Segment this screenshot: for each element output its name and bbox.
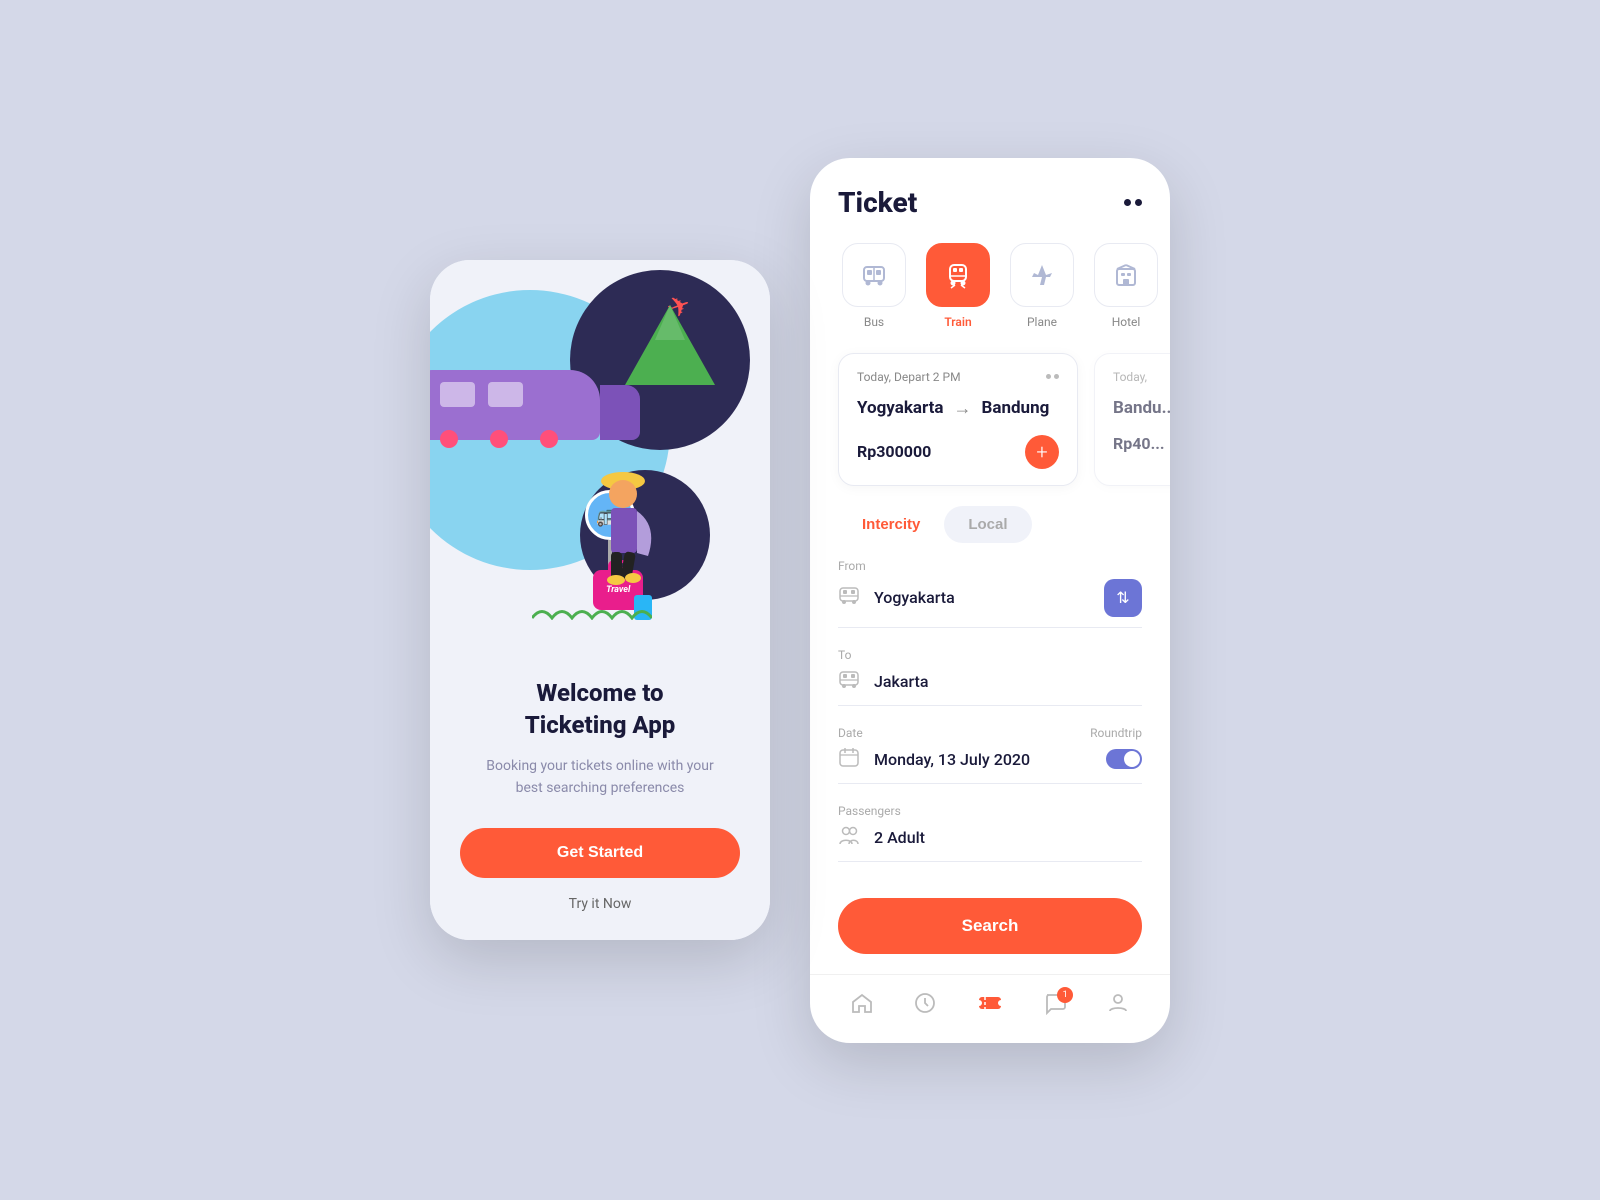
- welcome-subtitle: Booking your tickets online with your be…: [480, 755, 720, 800]
- get-started-button[interactable]: Get Started: [460, 828, 740, 878]
- local-tab[interactable]: Local: [944, 506, 1031, 543]
- mountain-icon: [620, 300, 720, 390]
- bus-icon: [860, 261, 888, 289]
- ticket-card-1[interactable]: Today, Depart 2 PM Yogyakarta → Bandung …: [838, 353, 1078, 486]
- train-icon-box: [926, 243, 990, 307]
- date-value: Monday, 13 July 2020: [874, 750, 1094, 769]
- train-icon: [944, 261, 972, 289]
- add-ticket-button[interactable]: +: [1025, 435, 1059, 469]
- bottom-navigation: 1: [810, 974, 1170, 1043]
- category-bus[interactable]: Bus: [838, 243, 910, 329]
- passengers-field: Passengers 2 Adult: [838, 804, 1142, 862]
- nav-tickets[interactable]: [976, 989, 1004, 1023]
- category-plane[interactable]: Plane: [1006, 243, 1078, 329]
- to-field: To Jakar: [838, 648, 1142, 706]
- ticket-1-menu[interactable]: [1046, 374, 1059, 379]
- dot-2: [1054, 374, 1059, 379]
- ticket-2-from: Bandu...: [1113, 398, 1170, 418]
- nav-history[interactable]: [913, 991, 937, 1021]
- roundtrip-toggle[interactable]: [1106, 749, 1142, 769]
- train-label: Train: [944, 315, 971, 329]
- menu-dot-1: [1124, 199, 1131, 206]
- date-input-row[interactable]: Monday, 13 July 2020: [838, 746, 1142, 784]
- tickets-scroll-area: Today, Depart 2 PM Yogyakarta → Bandung …: [810, 345, 1170, 506]
- history-icon: [913, 991, 937, 1021]
- to-value: Jakarta: [874, 672, 1142, 691]
- hotel-icon-box: [1094, 243, 1158, 307]
- ticket-1-footer: Rp300000 +: [857, 435, 1059, 469]
- swap-button[interactable]: ⇅: [1104, 579, 1142, 617]
- ticket-card-2[interactable]: Today, Bandu... Rp40...: [1094, 353, 1170, 486]
- from-input-row[interactable]: Yogyakarta ⇅: [838, 579, 1142, 628]
- to-input-row[interactable]: Jakarta: [838, 668, 1142, 706]
- illustration-area: ✈ 🚌 Travel: [430, 260, 770, 640]
- hotel-label: Hotel: [1112, 315, 1141, 329]
- from-field: From Yog: [838, 559, 1142, 628]
- profile-icon: [1106, 991, 1130, 1021]
- search-button[interactable]: Search: [838, 898, 1142, 954]
- ticket-1-date: Today, Depart 2 PM: [857, 370, 961, 384]
- trip-type-tabs: Intercity Local: [810, 506, 1170, 559]
- ticket-2-price: Rp40...: [1113, 434, 1165, 453]
- route-arrow-icon: →: [954, 398, 972, 419]
- category-hotel[interactable]: Hotel: [1090, 243, 1162, 329]
- chat-badge: 1: [1057, 987, 1073, 1003]
- welcome-text-area: Welcome toTicketing App Booking your tic…: [430, 640, 770, 940]
- bus-label: Bus: [864, 315, 884, 329]
- ticket-1-price: Rp300000: [857, 442, 931, 461]
- from-value: Yogyakarta: [874, 588, 1092, 607]
- header-menu-dots[interactable]: [1124, 199, 1142, 206]
- ticket-1-from: Yogyakarta: [857, 398, 944, 418]
- welcome-title: Welcome toTicketing App: [525, 678, 675, 740]
- hotel-icon: [1112, 261, 1140, 289]
- train-illustration: [430, 350, 620, 440]
- search-form: From Yog: [810, 559, 1170, 882]
- ticket-2-date: Today,: [1113, 370, 1147, 384]
- roundtrip-label: Roundtrip: [1090, 726, 1142, 740]
- dot-1: [1046, 374, 1051, 379]
- passengers-input-row[interactable]: 2 Adult: [838, 824, 1142, 862]
- tickets-nav-icon: [976, 989, 1004, 1023]
- ticket-2-route: Bandu...: [1113, 398, 1170, 418]
- ticket-page-title: Ticket: [838, 186, 917, 219]
- date-field: Date Roundtrip Monday, 13 July: [838, 726, 1142, 784]
- train-to-icon: [838, 668, 862, 695]
- ticket-1-header: Today, Depart 2 PM: [857, 370, 1059, 384]
- person-illustration: [593, 466, 653, 590]
- ticket-2-header: Today,: [1113, 370, 1170, 384]
- try-now-link[interactable]: Try it Now: [569, 896, 632, 912]
- category-row: Bus: [810, 235, 1170, 345]
- plane-label: Plane: [1027, 315, 1057, 329]
- grass: [532, 600, 652, 624]
- toggle-knob: [1124, 751, 1140, 767]
- passengers-icon: [838, 824, 862, 851]
- ticket-phone: Ticket: [810, 158, 1170, 1043]
- phones-container: ✈ 🚌 Travel: [430, 158, 1170, 1043]
- welcome-phone: ✈ 🚌 Travel: [430, 260, 770, 940]
- nav-chat[interactable]: 1: [1043, 991, 1067, 1021]
- ticket-2-footer: Rp40...: [1113, 434, 1170, 453]
- toggle-switch[interactable]: [1106, 749, 1142, 769]
- calendar-icon: [838, 746, 862, 773]
- train-from-icon: [838, 584, 862, 611]
- ticket-1-to: Bandung: [982, 398, 1050, 418]
- nav-profile[interactable]: [1106, 991, 1130, 1021]
- home-icon: [850, 991, 874, 1021]
- from-label: From: [838, 559, 1142, 573]
- plane-icon: [1028, 261, 1056, 289]
- passengers-value: 2 Adult: [874, 828, 1142, 847]
- ticket-content: Ticket: [810, 158, 1170, 1043]
- bus-icon-box: [842, 243, 906, 307]
- ticket-1-route: Yogyakarta → Bandung: [857, 398, 1059, 419]
- nav-home[interactable]: [850, 991, 874, 1021]
- ticket-header: Ticket: [810, 158, 1170, 235]
- menu-dot-2: [1135, 199, 1142, 206]
- passengers-label: Passengers: [838, 804, 1142, 818]
- intercity-tab[interactable]: Intercity: [838, 506, 944, 543]
- category-train[interactable]: Train: [922, 243, 994, 329]
- plane-icon-box: [1010, 243, 1074, 307]
- date-label: Date Roundtrip: [838, 726, 1142, 740]
- to-label: To: [838, 648, 1142, 662]
